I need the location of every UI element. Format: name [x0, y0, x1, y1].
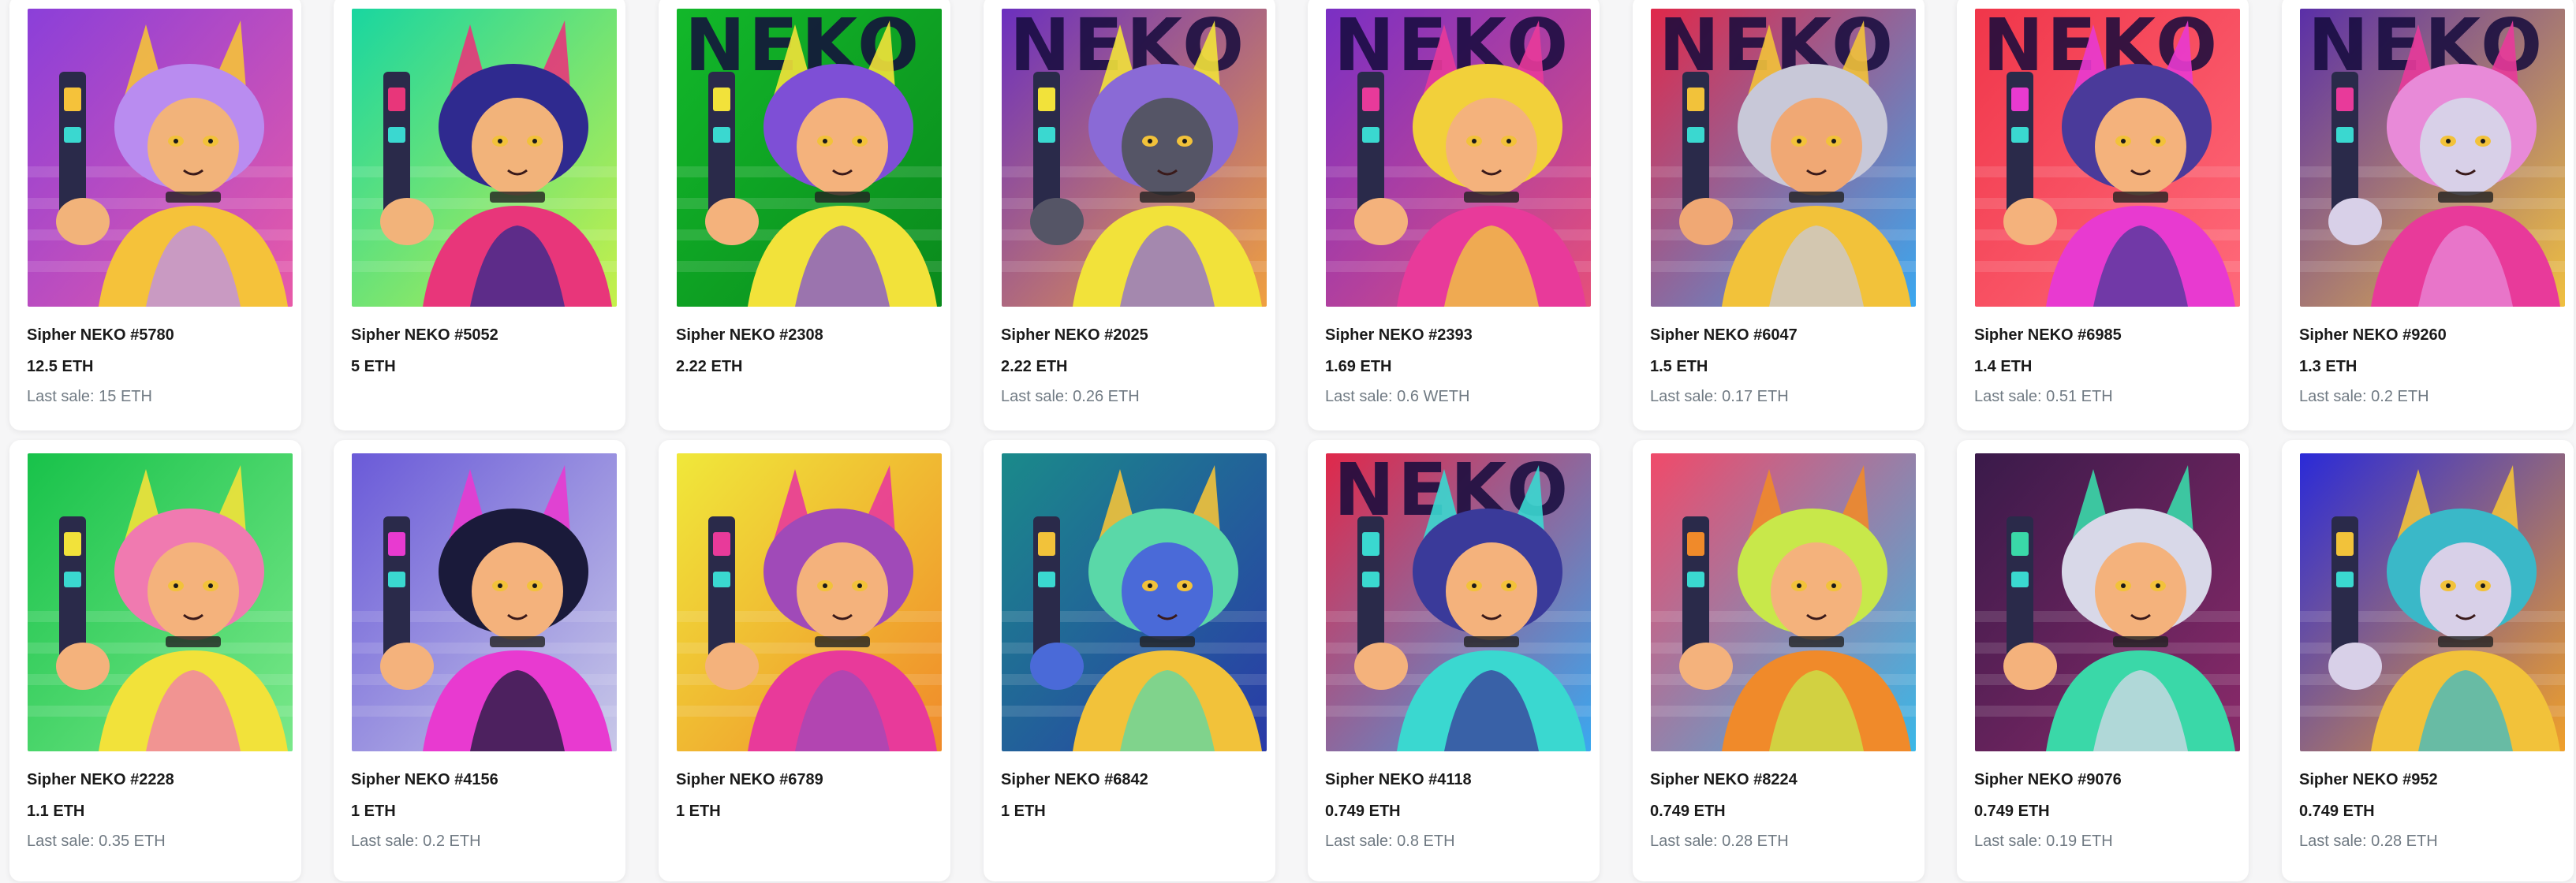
nft-price: 0.749 ETH [2299, 803, 2375, 820]
nft-name: Sipher NEKO #2228 [27, 771, 174, 788]
nft-image[interactable] [28, 9, 293, 307]
nft-last-sale: Last sale: 0.2 ETH [351, 833, 481, 850]
nft-price: 1.69 ETH [1325, 358, 1392, 375]
nft-image[interactable] [1002, 453, 1267, 751]
nft-price: 0.749 ETH [1974, 803, 2050, 820]
nft-price: 1 ETH [351, 803, 396, 820]
nft-card[interactable]: NEKO Sipher NEKO #2308 2.22 ETH [659, 0, 950, 430]
nft-price: 1.5 ETH [1650, 358, 1708, 375]
nft-image[interactable] [28, 453, 293, 751]
nft-card[interactable]: Sipher NEKO #8224 0.749 ETH Last sale: 0.2… [1633, 440, 1925, 881]
nft-card[interactable]: Sipher NEKO #5052 5 ETH [334, 0, 625, 430]
nft-name: Sipher NEKO #2393 [1325, 326, 1473, 344]
nft-card[interactable]: Sipher NEKO #2228 1.1 ETH Last sale: 0.35 … [9, 440, 301, 881]
nft-image[interactable]: NEKO [1326, 9, 1591, 307]
nft-image[interactable]: NEKO [2300, 9, 2565, 307]
nft-image[interactable] [677, 453, 942, 751]
nft-price: 5 ETH [351, 358, 396, 375]
nft-name: Sipher NEKO #2308 [676, 326, 823, 344]
nft-name: Sipher NEKO #5780 [27, 326, 174, 344]
nft-card[interactable]: Sipher NEKO #6842 1 ETH [984, 440, 1275, 881]
nft-price: 1 ETH [1001, 803, 1046, 820]
nft-name: Sipher NEKO #9076 [1974, 771, 2122, 788]
nft-price: 0.749 ETH [1325, 803, 1401, 820]
nft-name: Sipher NEKO #6842 [1001, 771, 1148, 788]
nft-image[interactable]: NEKO [1651, 9, 1916, 307]
nft-name: Sipher NEKO #2025 [1001, 326, 1148, 344]
nft-card[interactable]: NEKO Sipher NEKO #2393 1.69 ETH Last sale: … [1308, 0, 1600, 430]
nft-card[interactable]: NEKO Sipher NEKO #2025 2.22 ETH Last sale: … [984, 0, 1275, 430]
nft-price: 12.5 ETH [27, 358, 94, 375]
nft-name: Sipher NEKO #952 [2299, 771, 2438, 788]
nft-name: Sipher NEKO #4118 [1325, 771, 1472, 788]
nft-image[interactable] [1975, 453, 2240, 751]
nft-last-sale: Last sale: 0.35 ETH [27, 833, 166, 850]
nft-image[interactable] [2300, 453, 2565, 751]
nft-price: 1.1 ETH [27, 803, 85, 820]
nft-last-sale: Last sale: 15 ETH [27, 388, 152, 405]
nft-image[interactable]: NEKO [1326, 453, 1591, 751]
nft-name: Sipher NEKO #6047 [1650, 326, 1798, 344]
nft-last-sale: Last sale: 0.28 ETH [1650, 833, 1789, 850]
nft-card[interactable]: NEKO Sipher NEKO #9260 1.3 ETH Last sale: 0… [2282, 0, 2574, 430]
nft-card[interactable]: Sipher NEKO #9076 0.749 ETH Last sale: 0.1… [1957, 440, 2249, 881]
nft-image[interactable] [352, 453, 617, 751]
nft-price: 1 ETH [676, 803, 721, 820]
nft-name: Sipher NEKO #4156 [351, 771, 498, 788]
nft-image[interactable] [1651, 453, 1916, 751]
nft-last-sale: Last sale: 0.19 ETH [1974, 833, 2113, 850]
nft-card[interactable]: Sipher NEKO #6789 1 ETH [659, 440, 950, 881]
nft-last-sale: Last sale: 0.17 ETH [1650, 388, 1789, 405]
nft-card[interactable]: Sipher NEKO #952 0.749 ETH Last sale: 0.28… [2282, 440, 2574, 881]
nft-card-grid: Sipher NEKO #5780 12.5 ETH Last sale: 15 E… [0, 0, 2576, 883]
nft-image[interactable]: NEKO [1975, 9, 2240, 307]
nft-card[interactable]: Sipher NEKO #4156 1 ETH Last sale: 0.2 ETH [334, 440, 625, 881]
nft-last-sale: Last sale: 0.6 WETH [1325, 388, 1470, 405]
nft-last-sale: Last sale: 0.26 ETH [1001, 388, 1140, 405]
nft-last-sale: Last sale: 0.28 ETH [2299, 833, 2438, 850]
nft-image[interactable]: NEKO [1002, 9, 1267, 307]
nft-name: Sipher NEKO #6985 [1974, 326, 2122, 344]
nft-last-sale: Last sale: 0.8 ETH [1325, 833, 1455, 850]
nft-card[interactable]: Sipher NEKO #5780 12.5 ETH Last sale: 15 E… [9, 0, 301, 430]
nft-last-sale: Last sale: 0.51 ETH [1974, 388, 2113, 405]
nft-price: 2.22 ETH [676, 358, 743, 375]
nft-price: 1.3 ETH [2299, 358, 2358, 375]
nft-price: 2.22 ETH [1001, 358, 1068, 375]
nft-name: Sipher NEKO #9260 [2299, 326, 2447, 344]
nft-name: Sipher NEKO #6789 [676, 771, 823, 788]
nft-name: Sipher NEKO #5052 [351, 326, 498, 344]
nft-card[interactable]: NEKO Sipher NEKO #6985 1.4 ETH Last sale: 0… [1957, 0, 2249, 430]
nft-card[interactable]: NEKO Sipher NEKO #4118 0.749 ETH Last sale:… [1308, 440, 1600, 881]
nft-image[interactable] [352, 9, 617, 307]
nft-price: 1.4 ETH [1974, 358, 2033, 375]
nft-image[interactable]: NEKO [677, 9, 942, 307]
nft-last-sale: Last sale: 0.2 ETH [2299, 388, 2429, 405]
nft-price: 0.749 ETH [1650, 803, 1726, 820]
nft-card[interactable]: NEKO Sipher NEKO #6047 1.5 ETH Last sale: 0… [1633, 0, 1925, 430]
nft-name: Sipher NEKO #8224 [1650, 771, 1798, 788]
